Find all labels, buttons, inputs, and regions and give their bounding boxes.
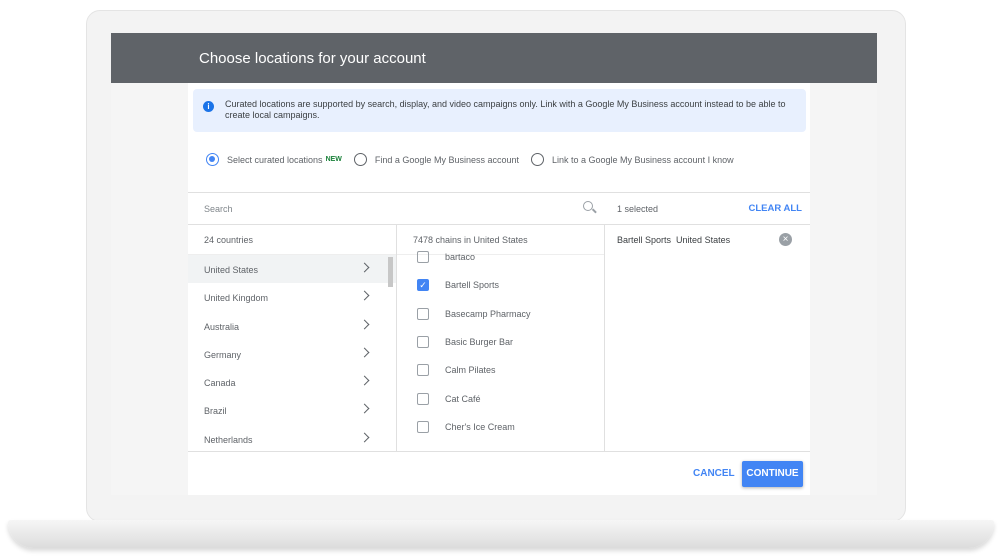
info-icon: i — [203, 101, 214, 112]
chain-row[interactable]: bartaco — [397, 243, 604, 271]
chain-row[interactable]: Cher's Ice Cream — [397, 413, 604, 441]
country-label: Germany — [204, 349, 242, 360]
chain-row[interactable]: ✓ Bartell Sports — [397, 271, 604, 299]
chain-row[interactable]: Basecamp Pharmacy — [397, 300, 604, 328]
chain-row[interactable]: Calm Pilates — [397, 356, 604, 384]
country-row[interactable]: Canada — [188, 368, 396, 396]
chevron-right-icon — [359, 375, 370, 386]
checkbox[interactable] — [417, 336, 429, 349]
chain-row[interactable]: Basic Burger Bar — [397, 328, 604, 356]
country-row[interactable]: United States — [188, 255, 396, 284]
chain-label: Cat Café — [445, 393, 481, 404]
selected-count: 1 selected — [617, 204, 659, 214]
chain-label: Basic Burger Bar — [445, 337, 514, 348]
chain-label: Bartell Sports — [445, 280, 500, 291]
info-banner: i Curated locations are supported by sear… — [193, 89, 806, 132]
new-badge: NEW — [325, 156, 342, 163]
countries-column: 24 countries United States United Kingdo… — [188, 225, 397, 451]
radio-label: Select curated locations — [227, 154, 323, 165]
screen: Choose locations for your account i Curat… — [111, 33, 877, 495]
country-row[interactable]: Brazil — [188, 396, 396, 424]
chain-row[interactable]: Cat Café — [397, 384, 604, 412]
selected-country: United States — [676, 235, 731, 245]
chevron-right-icon — [359, 319, 370, 330]
country-label: United Kingdom — [204, 293, 269, 304]
radio-circle-icon — [530, 153, 544, 166]
country-label: Canada — [204, 378, 236, 389]
checkbox[interactable] — [417, 420, 429, 433]
checkbox[interactable] — [417, 307, 429, 320]
clear-all-button[interactable]: CLEAR ALL — [749, 203, 802, 214]
chevron-right-icon — [359, 290, 370, 301]
chain-label: Calm Pilates — [445, 365, 496, 376]
remove-icon[interactable]: × — [779, 233, 792, 246]
radio-circle-icon — [353, 153, 367, 166]
countries-header: 24 countries — [188, 225, 396, 255]
radio-find-gmb[interactable]: Find a Google My Business account — [353, 153, 519, 166]
laptop-base — [8, 520, 994, 548]
location-source-radios: Select curated locations NEW Find a Googl… — [206, 153, 746, 166]
continue-button[interactable]: CONTINUE — [742, 461, 803, 487]
checkbox[interactable] — [417, 364, 429, 377]
country-label: United States — [204, 265, 259, 275]
selected-item: Bartell Sports United States × — [605, 225, 810, 255]
selected-column: 1 selected CLEAR ALL Bartell Sports Unite… — [605, 193, 810, 451]
checkbox[interactable] — [417, 392, 429, 405]
info-text: Curated locations are supported by searc… — [225, 99, 786, 120]
checkbox-checked-icon[interactable]: ✓ — [417, 279, 429, 292]
country-row[interactable]: Netherlands — [188, 425, 396, 451]
radio-label: Find a Google My Business account — [374, 154, 519, 165]
countries-scrollbar[interactable] — [388, 257, 393, 287]
selected-header: 1 selected CLEAR ALL — [605, 193, 810, 225]
dialog-title: Choose locations for your account — [111, 33, 877, 83]
country-row[interactable]: United Kingdom — [188, 283, 396, 311]
radio-curated[interactable]: Select curated locations NEW — [206, 153, 342, 166]
country-label: Brazil — [204, 406, 227, 417]
chevron-right-icon — [359, 432, 370, 443]
country-label: Netherlands — [204, 434, 253, 445]
cancel-button[interactable]: CANCEL — [693, 468, 735, 479]
selected-name: Bartell Sports — [617, 235, 672, 245]
checkbox[interactable] — [417, 251, 429, 264]
country-label: Australia — [204, 321, 240, 332]
radio-circle-icon — [206, 153, 219, 166]
country-row[interactable]: Australia — [188, 312, 396, 340]
radio-label: Link to a Google My Business account I k… — [551, 154, 734, 165]
chain-label: bartaco — [445, 252, 476, 263]
picker-panel: Search 24 countries United States United… — [188, 192, 810, 452]
chain-label: Basecamp Pharmacy — [445, 308, 531, 319]
search-input[interactable]: Search — [188, 193, 605, 225]
country-row[interactable]: Germany — [188, 340, 396, 368]
chain-label: Cher's Ice Cream — [445, 421, 515, 432]
chevron-right-icon — [359, 262, 370, 273]
search-placeholder: Search — [204, 204, 233, 214]
chevron-right-icon — [359, 404, 370, 414]
radio-link-gmb[interactable]: Link to a Google My Business account I k… — [530, 153, 734, 166]
location-dialog: i Curated locations are supported by sear… — [188, 83, 810, 495]
search-icon[interactable] — [583, 201, 593, 211]
chains-column: 7478 chains in United States bartaco ✓ Ba… — [388, 225, 605, 451]
chevron-right-icon — [359, 347, 370, 358]
